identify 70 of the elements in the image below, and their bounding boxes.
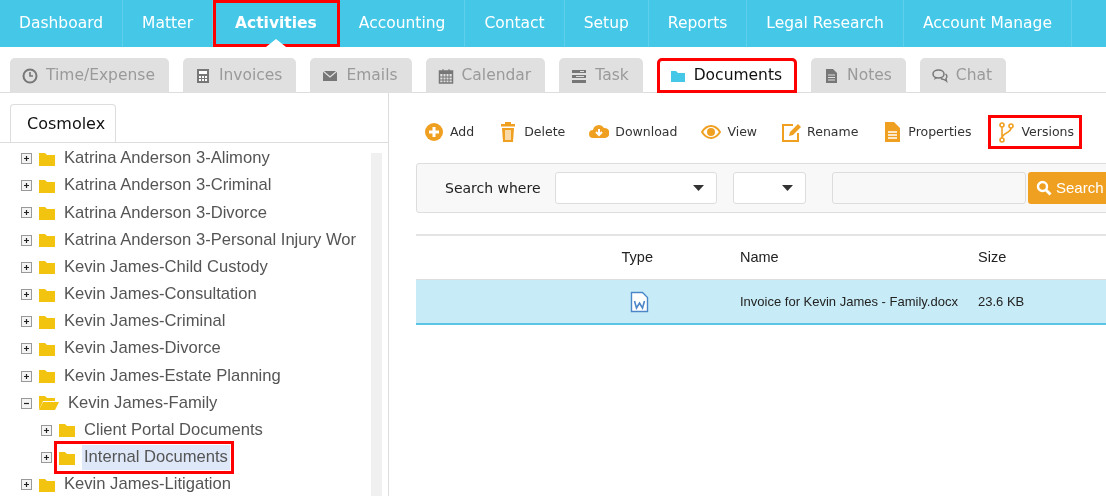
expand-icon[interactable] bbox=[41, 452, 52, 464]
folder-icon bbox=[38, 340, 56, 357]
open-folder-icon bbox=[38, 394, 60, 413]
tab[interactable]: Documents bbox=[656, 58, 798, 93]
search-label: Search where bbox=[445, 178, 542, 198]
folder-icon bbox=[38, 476, 56, 493]
tree-item[interactable]: Client Portal Documents bbox=[82, 418, 265, 443]
collapse-icon[interactable] bbox=[21, 397, 32, 409]
list-icon bbox=[571, 67, 588, 84]
calculator-icon bbox=[194, 67, 211, 84]
tree-item[interactable]: Katrina Anderson 3-Divorce bbox=[62, 200, 269, 226]
tree-tab[interactable]: Cosmolex bbox=[10, 104, 116, 143]
column-header: Name bbox=[739, 247, 780, 267]
toolbar-button[interactable]: Download bbox=[581, 115, 686, 149]
folder-icon bbox=[38, 368, 56, 385]
expand-icon[interactable] bbox=[21, 261, 32, 273]
toolbar-button[interactable]: Rename bbox=[773, 115, 867, 149]
folder-icon bbox=[38, 232, 56, 249]
caret-icon bbox=[693, 185, 704, 191]
search-field[interactable] bbox=[832, 172, 1026, 204]
tree-item[interactable]: Katrina Anderson 3-Criminal bbox=[62, 173, 274, 199]
folder-icon bbox=[38, 204, 56, 221]
expand-icon[interactable] bbox=[21, 370, 32, 382]
expand-icon[interactable] bbox=[21, 289, 32, 301]
search-icon bbox=[1036, 180, 1052, 196]
tree-item[interactable]: Kevin James-Family bbox=[66, 390, 220, 416]
tree-item[interactable]: Katrina Anderson 3-Alimony bbox=[62, 146, 272, 172]
expand-icon[interactable] bbox=[21, 479, 32, 491]
expand-icon[interactable] bbox=[21, 343, 32, 355]
document-icon bbox=[823, 67, 840, 84]
column-header: Type bbox=[620, 247, 653, 267]
tree-item[interactable]: Kevin James-Divorce bbox=[62, 336, 223, 362]
expand-icon[interactable] bbox=[21, 180, 32, 192]
folder-icon bbox=[58, 422, 76, 439]
folder-icon bbox=[38, 150, 56, 167]
folder-icon bbox=[38, 286, 56, 303]
folder-icon bbox=[58, 449, 76, 466]
tree-item[interactable]: Kevin James-Litigation bbox=[62, 472, 233, 496]
tree-item[interactable]: Katrina Anderson 3-Personal Injury Wor bbox=[62, 227, 359, 253]
expand-icon[interactable] bbox=[41, 424, 52, 436]
tree-item[interactable]: Internal Documents bbox=[82, 445, 230, 471]
clock-icon bbox=[22, 67, 38, 84]
add-icon bbox=[424, 121, 444, 143]
tree-item[interactable]: Kevin James-Child Custody bbox=[62, 254, 270, 280]
column-header: Size bbox=[978, 247, 1007, 267]
table-row[interactable]: Invoice for Kevin James - Family.docx 23.6 KB bbox=[416, 280, 1106, 325]
expand-icon[interactable] bbox=[21, 316, 32, 328]
tree-item[interactable]: Kevin James-Estate Planning bbox=[62, 363, 283, 389]
toolbar-button[interactable]: Properties bbox=[874, 115, 980, 149]
folder-icon bbox=[38, 313, 56, 330]
tree-item[interactable]: Kevin James-Consultation bbox=[62, 282, 259, 307]
edit-icon bbox=[781, 121, 802, 143]
word-file-icon bbox=[630, 290, 649, 313]
toolbar-button[interactable]: View bbox=[693, 115, 766, 149]
folder-icon bbox=[38, 177, 56, 194]
table-cell-text: 23.6 KB bbox=[978, 292, 1025, 311]
folder-icon bbox=[38, 259, 56, 276]
toolbar-button[interactable]: Add bbox=[416, 115, 483, 149]
expand-icon[interactable] bbox=[21, 207, 32, 219]
expand-icon[interactable] bbox=[21, 234, 32, 246]
folder-icon bbox=[669, 68, 686, 84]
table-cell-text: Invoice for Kevin James - Family.docx bbox=[739, 292, 959, 311]
chat-icon bbox=[931, 67, 948, 84]
toolbar-button[interactable]: Versions bbox=[987, 115, 1082, 149]
toolbar-button[interactable]: Delete bbox=[490, 115, 574, 149]
expand-icon[interactable] bbox=[21, 153, 32, 165]
calendar-icon bbox=[437, 67, 454, 84]
document-icon bbox=[882, 121, 903, 143]
caret-icon bbox=[782, 185, 793, 191]
tree-item[interactable]: Kevin James-Criminal bbox=[62, 309, 228, 335]
